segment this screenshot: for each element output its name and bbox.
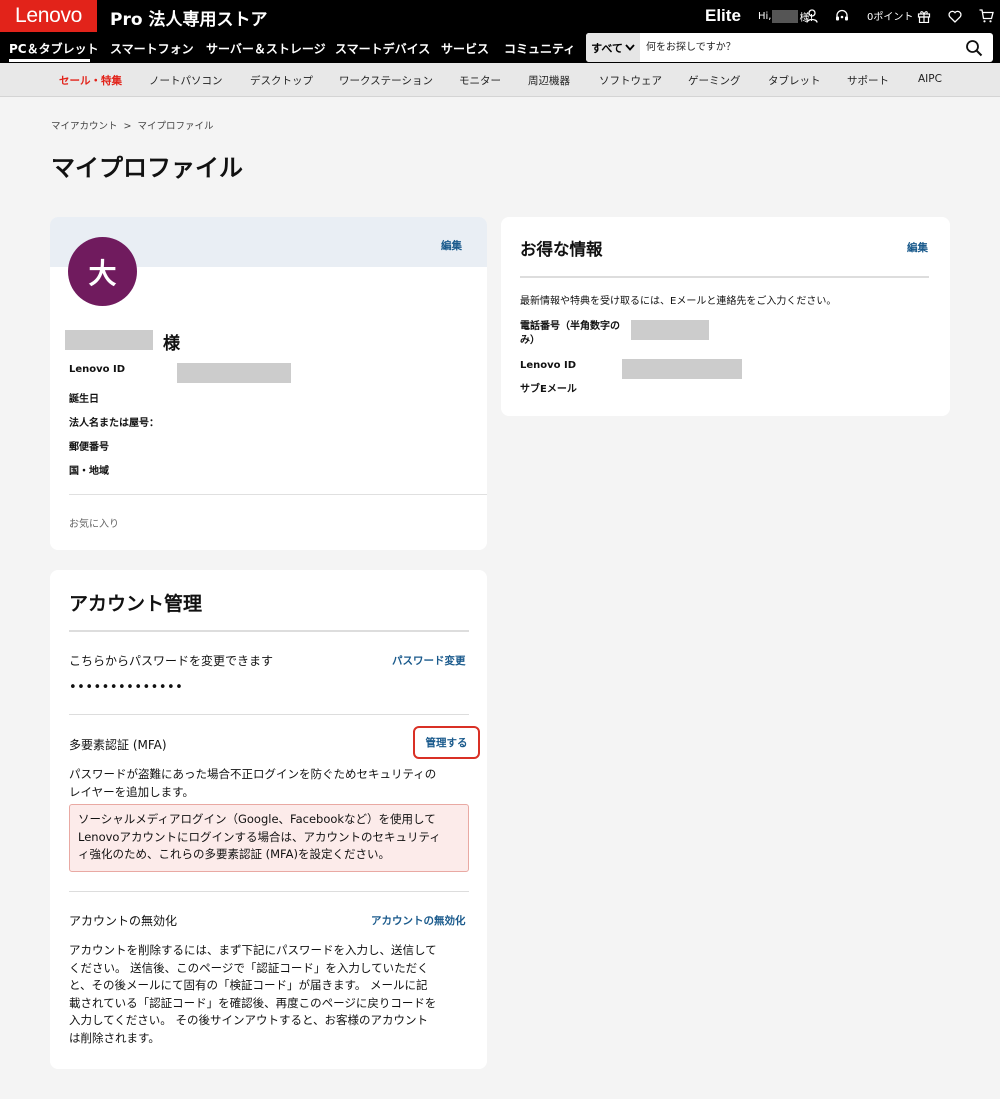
- avatar-initial: 大: [88, 256, 117, 290]
- deals-edit-link[interactable]: 編集: [907, 240, 928, 255]
- field-label-postal-code: 郵便番号: [69, 442, 109, 453]
- mfa-notice-line1: ソーシャルメディアログイン（Google、Facebookなど）を使用して: [78, 812, 436, 826]
- search-scope-label: すべて: [591, 41, 623, 55]
- deactivate-line: 載されている「認証コード」を確認後、再度このページに戻りコードを: [69, 995, 437, 1010]
- headset-icon[interactable]: [834, 8, 850, 24]
- sub-email-label: サブEメール: [520, 384, 577, 395]
- mfa-description-line2: レイヤーを追加します。: [69, 784, 195, 799]
- deals-card: お得な情報 編集 最新情報や特典を受け取るには、Eメールと連絡先をご入力ください…: [501, 217, 950, 416]
- cart-icon[interactable]: [978, 8, 994, 24]
- field-label-country: 国・地域: [69, 466, 109, 477]
- avatar: 大: [68, 237, 137, 306]
- deals-intro-text: 最新情報や特典を受け取るには、Eメールと連絡先をご入力ください。: [520, 296, 837, 307]
- redacted-deals-lenovo-id: [622, 359, 742, 379]
- nav-item-pc-tablet[interactable]: PC＆タブレット: [9, 40, 99, 57]
- category-tablet[interactable]: タブレット: [768, 73, 821, 88]
- redacted-name: [65, 330, 153, 350]
- phone-label-line2: み）: [520, 335, 540, 346]
- password-change-link[interactable]: パスワード変更: [392, 653, 466, 668]
- mfa-manage-label: 管理する: [425, 737, 468, 749]
- mfa-notice: ソーシャルメディアログイン（Google、Facebookなど）を使用して Le…: [69, 804, 469, 872]
- phone-label: 電話番号（半角数字の み）: [520, 320, 620, 348]
- gift-icon[interactable]: [916, 8, 932, 24]
- nav-active-indicator: [9, 59, 90, 62]
- password-mask: ••••••••••••••: [69, 680, 184, 695]
- favorites-link[interactable]: お気に入り: [69, 515, 119, 530]
- mfa-description: パスワードが盗難にあった場合不正ログインを防ぐためセキュリティの レイヤーを追加…: [69, 766, 474, 801]
- account-title: アカウント管理: [69, 593, 203, 615]
- nav-item-service[interactable]: サービス: [441, 40, 489, 57]
- field-label-lenovo-id: Lenovo ID: [69, 364, 126, 375]
- deactivate-line: は削除されます。: [69, 1030, 160, 1045]
- category-software[interactable]: ソフトウェア: [599, 73, 662, 88]
- account-title-divider: [69, 630, 469, 632]
- password-divider: [69, 714, 469, 715]
- name-suffix: 様: [163, 334, 180, 354]
- nav-item-community[interactable]: コミュニティ: [504, 40, 575, 57]
- account-card: アカウント管理 こちらからパスワードを変更できます パスワード変更 ••••••…: [50, 570, 487, 1069]
- search-icon[interactable]: [965, 39, 983, 57]
- main-nav: PC＆タブレット スマートフォン サーバー＆ストレージ スマートデバイス サービ…: [0, 32, 1000, 63]
- category-workstation[interactable]: ワークステーション: [339, 73, 433, 88]
- category-sale[interactable]: セール・特集: [59, 73, 122, 88]
- deactivate-title: アカウントの無効化: [69, 914, 178, 928]
- nav-item-server-storage[interactable]: サーバー＆ストレージ: [206, 40, 326, 57]
- nav-item-smart-device[interactable]: スマートデバイス: [335, 40, 430, 57]
- lenovo-logo[interactable]: Lenovo: [0, 0, 97, 32]
- page-title: マイプロファイル: [51, 154, 243, 182]
- category-support[interactable]: サポート: [847, 73, 889, 88]
- category-desktop[interactable]: デスクトップ: [250, 73, 313, 88]
- category-bar: セール・特集 ノートパソコン デスクトップ ワークステーション モニター 周辺機…: [0, 63, 1000, 97]
- breadcrumb: マイアカウント > マイプロファイル: [51, 118, 214, 132]
- field-label-company: 法人名または屋号：: [69, 418, 159, 429]
- deactivate-description: アカウントを削除するには、まず下記にパスワードを入力し、送信して ください。 送…: [69, 942, 474, 1047]
- top-header: Lenovo Pro 法人専用ストア Elite Hi, 様! 0ポイント: [0, 0, 1000, 32]
- mfa-notice-line2: Lenovoアカウントにログインする場合は、アカウントのセキュリティ: [78, 829, 441, 844]
- category-peripherals[interactable]: 周辺機器: [528, 73, 570, 88]
- mfa-manage-button[interactable]: 管理する: [413, 726, 480, 759]
- profile-card: 編集 大 様 Lenovo ID 誕生日 法人名または屋号： 郵便番号 国・地域…: [50, 217, 487, 550]
- elite-badge: Elite: [705, 6, 741, 25]
- store-title[interactable]: Pro 法人専用ストア: [110, 5, 267, 30]
- profile-edit-link[interactable]: 編集: [441, 238, 462, 253]
- redacted-lenovo-id: [177, 363, 291, 383]
- heart-icon[interactable]: [947, 8, 963, 24]
- field-label-birthday: 誕生日: [69, 394, 99, 405]
- user-icon[interactable]: [804, 8, 820, 24]
- category-gaming[interactable]: ゲーミング: [688, 73, 741, 88]
- greeting-prefix: Hi,: [758, 11, 772, 22]
- deals-title: お得な情報: [520, 240, 603, 259]
- deals-lenovo-id-label: Lenovo ID: [520, 360, 577, 371]
- mfa-description-line1: パスワードが盗難にあった場合不正ログインを防ぐためセキュリティの: [69, 767, 437, 781]
- phone-label-line1: 電話番号（半角数字の: [520, 321, 620, 332]
- deactivate-line: 入力してください。 その後サインアウトすると、お客様のアカウント: [69, 1013, 429, 1027]
- search-bar: すべて: [586, 33, 993, 62]
- breadcrumb-separator: >: [123, 121, 132, 132]
- points-balance[interactable]: 0ポイント: [867, 8, 913, 23]
- redacted-phone: [631, 320, 709, 340]
- mfa-divider: [69, 891, 469, 892]
- breadcrumb-parent[interactable]: マイアカウント: [51, 121, 118, 132]
- password-description: こちらからパスワードを変更できます: [69, 654, 274, 668]
- redacted-username: [772, 10, 799, 23]
- profile-divider: [69, 494, 487, 495]
- search-scope-select[interactable]: すべて: [586, 33, 640, 62]
- breadcrumb-current: マイプロファイル: [137, 121, 214, 132]
- deactivate-line: アカウントを削除するには、まず下記にパスワードを入力し、送信して: [69, 943, 437, 957]
- chevron-down-icon: [625, 44, 635, 51]
- deactivate-line: ください。 送信後、このページで「認証コード」を入力していただく: [69, 960, 429, 975]
- deals-divider: [520, 276, 929, 278]
- category-aipc[interactable]: AIPC: [918, 73, 942, 85]
- deactivate-link[interactable]: アカウントの無効化: [371, 913, 466, 928]
- deactivate-line: と、その後メールにて固有の「検証コード」が届きます。 メールに記: [69, 978, 428, 992]
- category-notebook[interactable]: ノートパソコン: [149, 73, 223, 88]
- mfa-notice-line3: ィ強化のため、これらの多要素認証 (MFA)を設定ください。: [78, 847, 390, 861]
- search-input[interactable]: [644, 33, 944, 62]
- mfa-title: 多要素認証 (MFA): [69, 738, 167, 752]
- category-monitor[interactable]: モニター: [459, 73, 501, 88]
- nav-item-smartphone[interactable]: スマートフォン: [110, 40, 194, 57]
